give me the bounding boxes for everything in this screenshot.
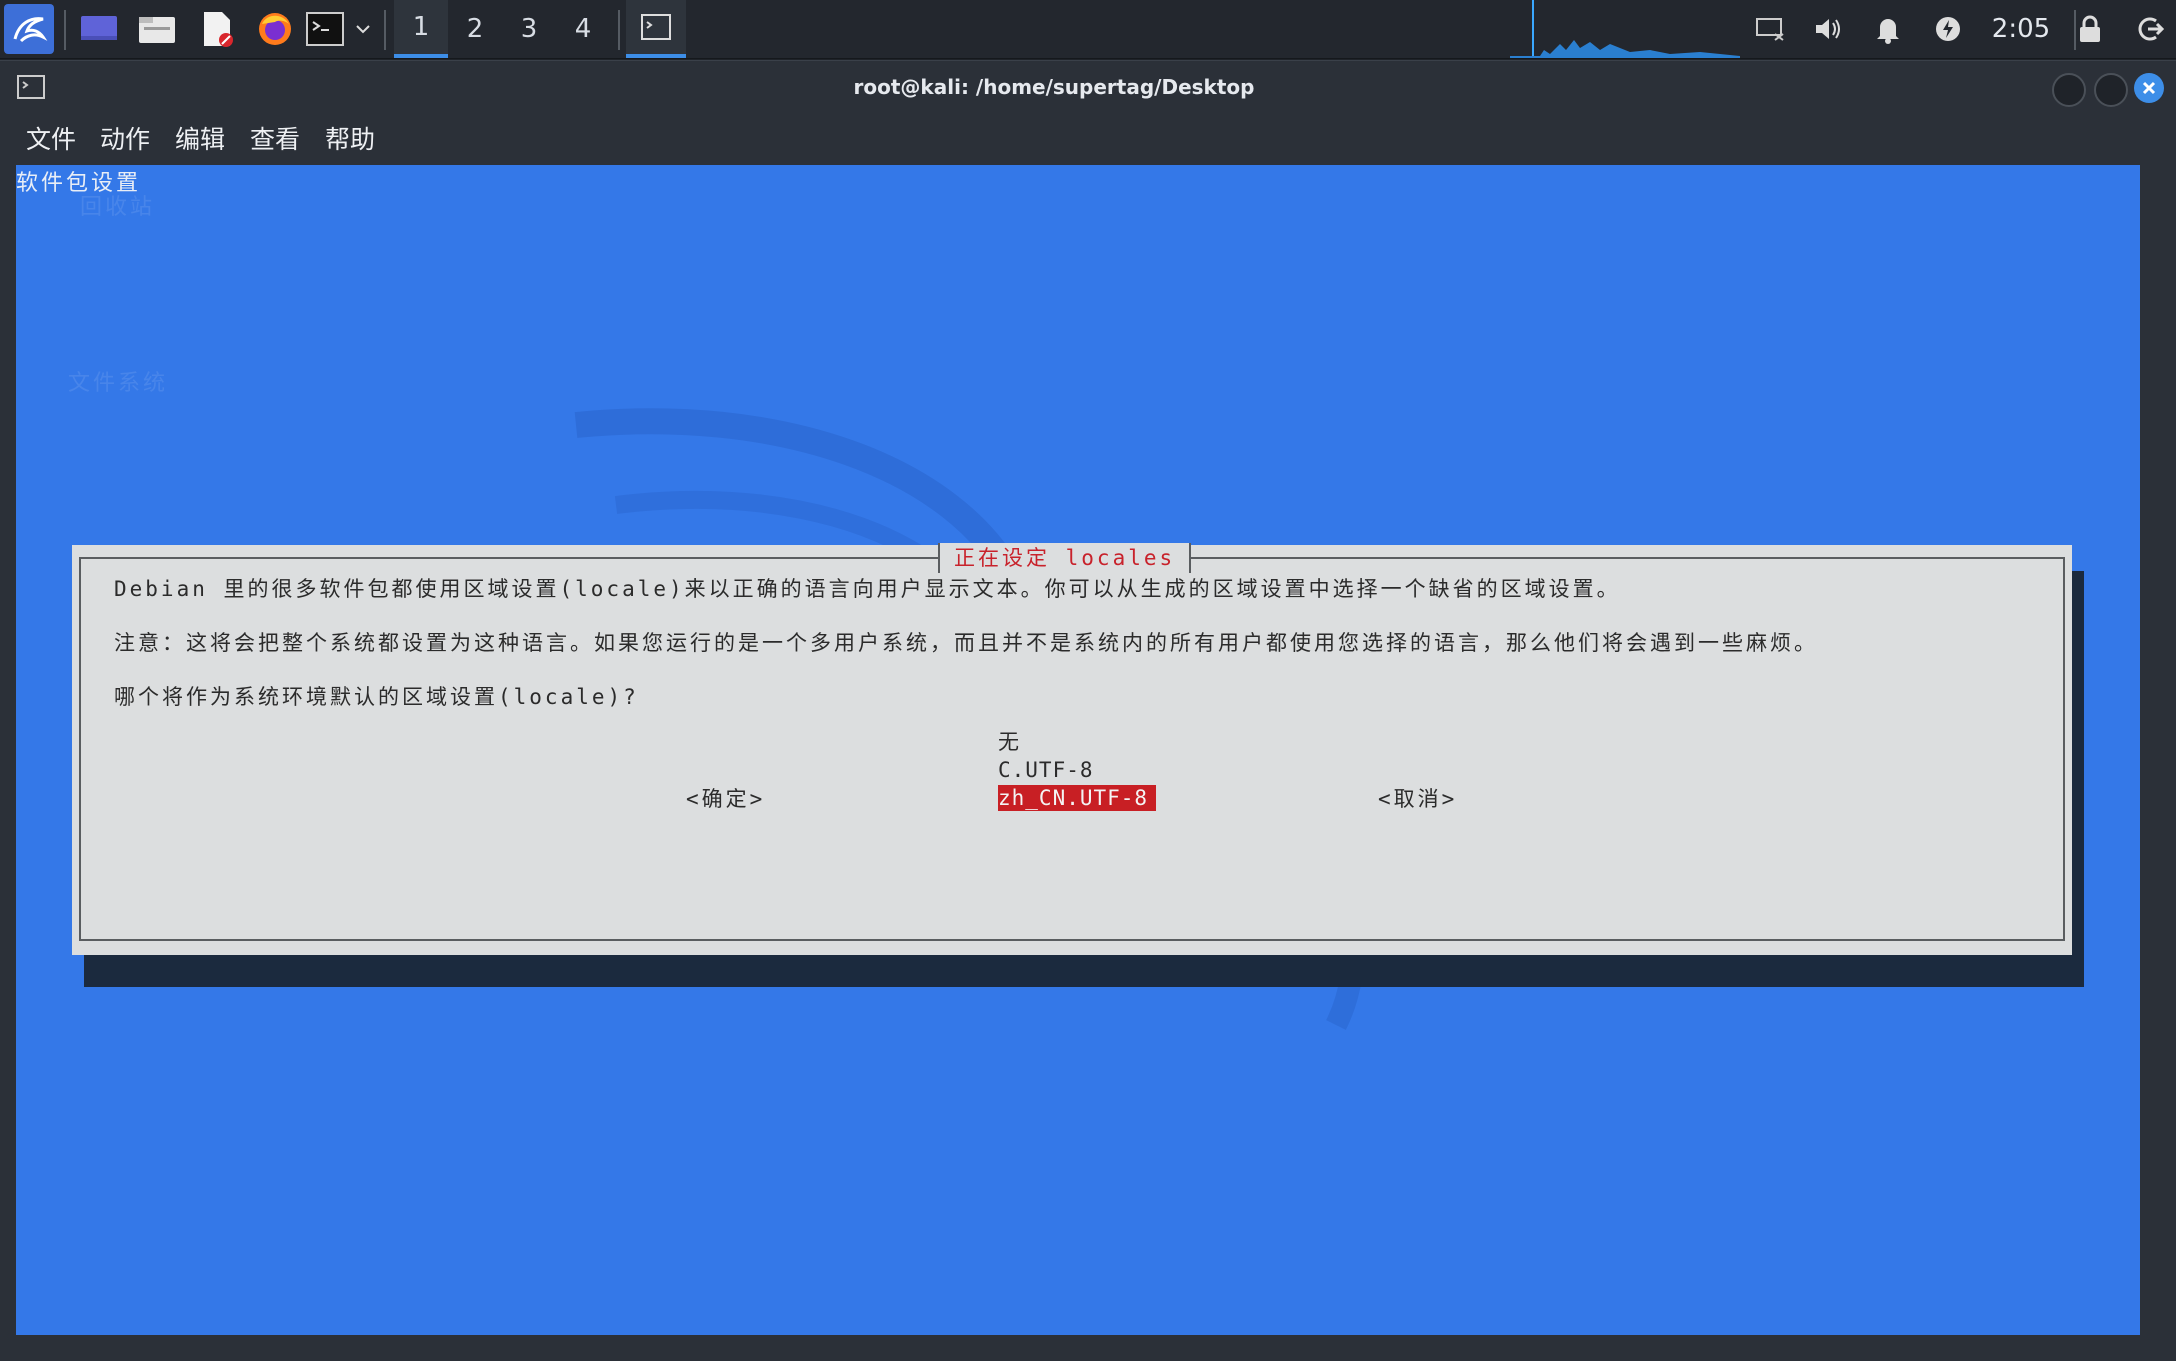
close-button[interactable] [2134,73,2164,103]
dialog-title: 正在设定 locales [938,543,1192,573]
dialog-question: 哪个将作为系统环境默认的区域设置(locale)? [114,685,639,709]
cancel-button[interactable]: <取消> [1378,783,1457,813]
terminal-window: root@kali: /home/supertag/Desktop 文件 动作 … [0,60,2176,1361]
locales-dialog: 正在设定 locales Debian 里的很多软件包都使用区域设置(local… [72,543,2072,955]
menu-file[interactable]: 文件 [26,113,76,163]
dialog-frame [79,557,2065,941]
text-editor-icon[interactable] [196,4,238,54]
logout-icon[interactable] [2132,4,2168,54]
workspace-1[interactable]: 1 [394,0,448,58]
menu-view[interactable]: 查看 [250,113,300,163]
menu-edit[interactable]: 编辑 [175,113,225,163]
dialog-paragraph-1: Debian 里的很多软件包都使用区域设置(locale)来以正确的语言向用户显… [114,577,1621,601]
panel-separator [618,10,620,50]
file-manager-icon[interactable] [136,4,178,54]
menu-action[interactable]: 动作 [100,113,150,163]
terminal-task-icon[interactable] [626,0,686,58]
ok-button[interactable]: <确定> [686,783,765,813]
workspace-2[interactable]: 2 [448,0,502,58]
terminal-header-text: 软件包设置 [16,171,142,196]
panel-separator [64,10,66,50]
workspace-3[interactable]: 3 [502,0,556,58]
locale-option-zh-cn-utf8[interactable]: zh_CN.UTF-8 [998,785,1157,811]
firefox-icon[interactable] [254,4,296,54]
terminal-area[interactable]: 回收站 文件系统 软件包设置 正在设定 locales Debian 里的很多软… [16,165,2140,1335]
terminal-dropdown-icon[interactable] [352,4,374,54]
menu-help[interactable]: 帮助 [325,113,375,163]
minimize-button[interactable] [2052,73,2086,107]
close-icon [2142,81,2156,95]
network-icon[interactable] [1752,4,1788,54]
clock[interactable]: 2:05 [1976,0,2066,58]
cpu-graph [1510,0,1740,58]
notification-bell-icon[interactable] [1870,4,1906,54]
kali-menu-icon[interactable] [4,4,54,54]
ghost-filesystem-label: 文件系统 [68,371,169,396]
window-title: root@kali: /home/supertag/Desktop [853,75,1255,99]
workspace-4[interactable]: 4 [556,0,610,58]
locale-option-none[interactable]: 无 [998,729,1020,755]
locale-option-c-utf8[interactable]: C.UTF-8 [998,757,1094,783]
lock-icon[interactable] [2072,4,2108,54]
panel-separator [384,10,386,50]
menu-bar: 文件 动作 编辑 查看 帮助 [0,113,2176,163]
terminal-scrollbar[interactable] [2140,165,2176,1335]
desktop-icon[interactable] [78,4,120,54]
top-panel: 1 2 3 4 2:05 [0,0,2176,59]
terminal-icon[interactable] [304,4,346,54]
maximize-button[interactable] [2094,73,2128,107]
dialog-paragraph-2: 注意：这将会把整个系统都设置为这种语言。如果您运行的是一个多用户系统，而且并不是… [114,631,1818,655]
volume-icon[interactable] [1810,4,1846,54]
power-icon[interactable] [1930,4,1966,54]
window-titlebar[interactable]: root@kali: /home/supertag/Desktop [0,61,2176,113]
